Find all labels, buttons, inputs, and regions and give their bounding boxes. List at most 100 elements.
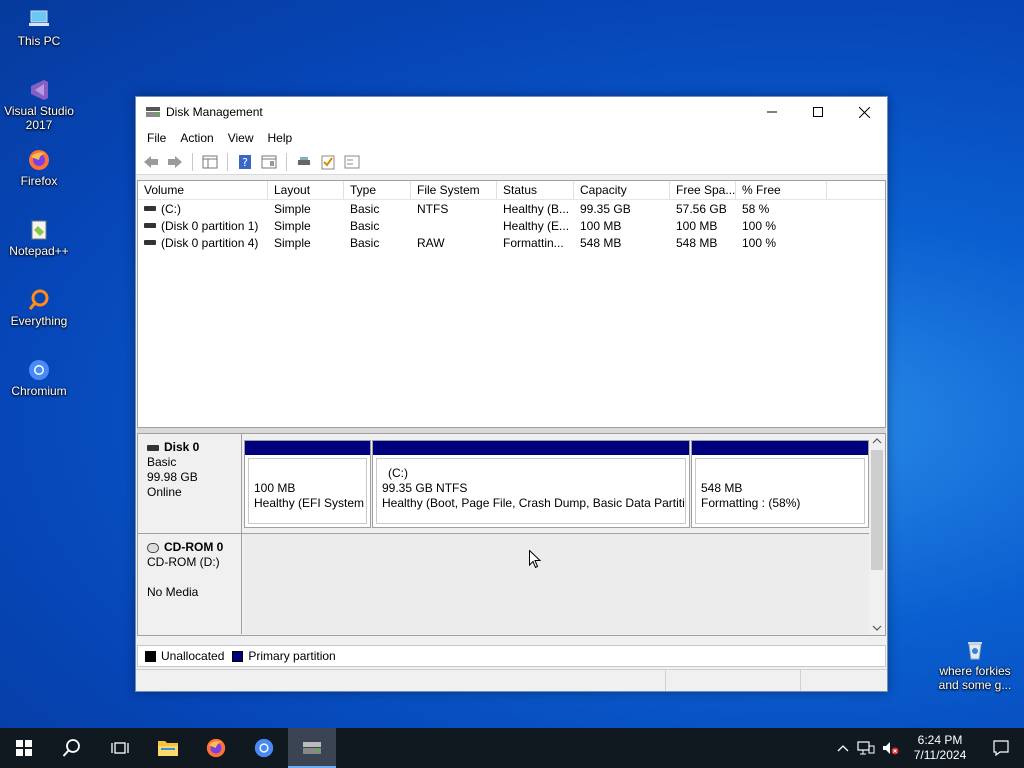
network-button[interactable] [854,728,878,768]
primary-partition-bar [373,441,689,455]
desktop-icon-everything[interactable]: Everything [0,288,78,328]
column-header-type[interactable]: Type [344,181,411,199]
legend-primary-partition: Primary partition [248,649,336,663]
view-options-button[interactable] [342,152,362,172]
clock-time: 6:24 PM [917,733,963,747]
cdrom-0-label[interactable]: CD-ROM 0 CD-ROM (D:) No Media [138,534,242,634]
desktop-icon-notepad-plus-plus[interactable]: Notepad++ [0,218,78,258]
notification-icon [993,740,1009,756]
primary-partition-bar [245,441,370,455]
chromium-icon [27,358,51,382]
volume-percent-free: 100 % [742,218,777,233]
cdrom-icon [147,542,159,553]
close-button[interactable] [841,97,887,127]
table-row[interactable]: (Disk 0 partition 1) Simple Basic Health… [138,217,885,234]
menu-file[interactable]: File [140,131,173,145]
desktop-icon-label: This PC [17,34,61,48]
search-button[interactable] [48,728,96,768]
volume-layout: Simple [274,218,311,233]
back-button[interactable] [141,152,161,172]
column-header-volume[interactable]: Volume [138,181,268,199]
column-header-percent-free[interactable]: % Free [736,181,827,199]
cdrom-0-name: CD-ROM 0 [164,540,224,554]
partition-size: 100 MB [254,481,296,495]
partition-c-drive[interactable]: (C:) 99.35 GB NTFS Healthy (Boot, Page F… [372,440,690,528]
windows-logo-icon [16,740,32,756]
menu-action[interactable]: Action [173,131,220,145]
partition-status: Healthy (EFI System P [254,496,367,510]
connect-virtual-disk-button[interactable] [294,152,314,172]
show-hidden-icons-button[interactable] [832,728,854,768]
taskbar-disk-management[interactable] [288,728,336,768]
recycle-bin-label-line1: where forkies [939,664,1011,678]
partition-title [254,466,366,481]
volume-type: Basic [350,201,380,216]
taskbar: 6:24 PM 7/11/2024 [0,728,1024,768]
start-button[interactable] [0,728,48,768]
status-bar [136,669,887,691]
maximize-button[interactable] [795,97,841,127]
action-center-button[interactable] [978,728,1024,768]
cdrom-0-media: No Media [147,585,199,599]
volume-percent-free: 58 % [742,201,770,216]
desktop-icon-label: Everything [10,314,68,328]
legend-unallocated: Unallocated [161,649,225,663]
task-view-button[interactable] [96,728,144,768]
partition-formatting[interactable]: 548 MB Formatting : (58%) [691,440,869,528]
volume-name: (C:) [161,201,181,216]
column-header-free-space[interactable]: Free Spa... [670,181,736,199]
toolbar-separator [192,152,193,171]
firefox-icon [206,738,226,758]
column-header-capacity[interactable]: Capacity [574,181,670,199]
graph-vertical-scrollbar[interactable] [869,434,885,635]
clock[interactable]: 6:24 PM 7/11/2024 [902,733,978,763]
show-hide-action-pane-button[interactable] [259,152,279,172]
minimize-button[interactable] [749,97,795,127]
disk-0-label[interactable]: Disk 0 Basic 99.98 GB Online [138,434,242,533]
desktop-icon-this-pc[interactable]: This PC [0,8,78,48]
scrollbar-thumb[interactable] [871,450,883,570]
help-button[interactable]: ? [235,152,255,172]
action-pane-icon [261,155,277,168]
desktop-icon-firefox[interactable]: Firefox [0,148,78,188]
partition-status: Formatting : (58%) [701,496,801,510]
everything-search-icon [27,288,51,312]
task-view-icon [111,742,129,754]
properties-button[interactable] [318,152,338,172]
table-row[interactable]: (Disk 0 partition 4) Simple Basic RAW Fo… [138,234,885,251]
desktop-icon-label: Visual Studio 2017 [4,104,74,132]
volume-button[interactable] [878,728,902,768]
column-header-status[interactable]: Status [497,181,574,199]
taskbar-firefox[interactable] [192,728,240,768]
table-row[interactable]: (C:) Simple Basic NTFS Healthy (B... 99.… [138,200,885,217]
partition-size: 548 MB [701,481,743,495]
desktop-icon-recycle-bin[interactable]: where forkies and some g... [935,638,1015,692]
recycle-bin-label-line2: and some g... [938,678,1012,692]
volume-icon [144,223,156,228]
volume-layout: Simple [274,235,311,250]
partition-efi[interactable]: 100 MB Healthy (EFI System P [244,440,371,528]
column-header-layout[interactable]: Layout [268,181,344,199]
menu-view[interactable]: View [221,131,261,145]
cdrom-0-row: CD-ROM 0 CD-ROM (D:) No Media [138,534,871,634]
disk-0-row: Disk 0 Basic 99.98 GB Online 100 MB Heal… [138,434,871,533]
title-bar[interactable]: Disk Management [136,97,887,127]
desktop-icon-chromium[interactable]: Chromium [0,358,78,398]
taskbar-chromium[interactable] [240,728,288,768]
help-icon: ? [239,154,251,169]
menu-help[interactable]: Help [261,131,300,145]
cdrom-0-drive: CD-ROM (D:) [147,555,220,569]
volume-capacity: 548 MB [580,235,622,250]
desktop-icon-visual-studio[interactable]: Visual Studio 2017 [0,78,78,132]
column-header-file-system[interactable]: File System [411,181,497,199]
cdrom-0-area[interactable] [244,534,871,634]
forward-button[interactable] [165,152,185,172]
volume-list: Volume Layout Type File System Status Ca… [137,180,886,428]
volume-status: Healthy (B... [503,201,570,216]
desktop-icon-label: Firefox [20,174,58,188]
checklist-icon [321,155,335,169]
firefox-icon [27,148,51,172]
clock-date: 7/11/2024 [913,748,967,762]
taskbar-file-explorer[interactable] [144,728,192,768]
show-hide-console-tree-button[interactable] [200,152,220,172]
